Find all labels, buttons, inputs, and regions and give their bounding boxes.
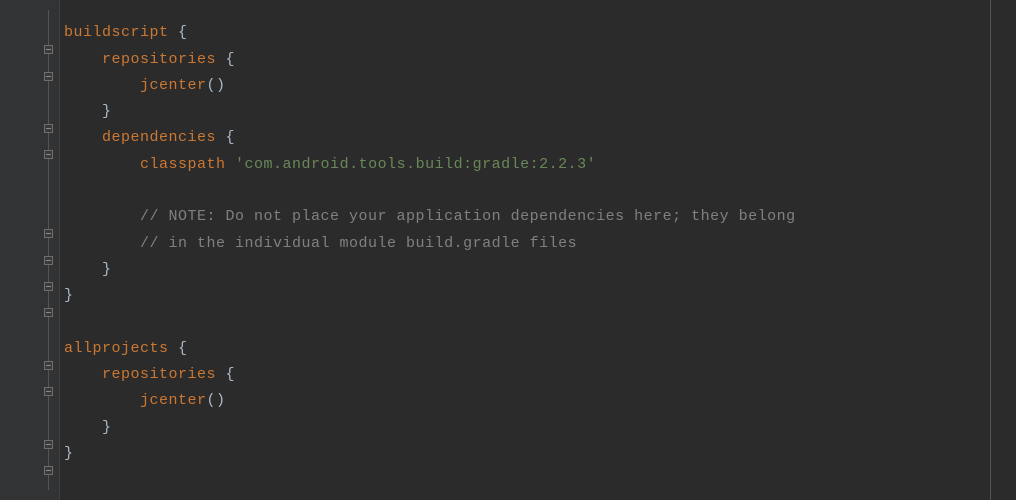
code-line bbox=[64, 0, 990, 20]
code-editor[interactable]: Top-level build file where you can add c… bbox=[0, 0, 1016, 500]
code-line: dependencies { bbox=[64, 125, 990, 151]
code-line: allprojects { bbox=[64, 336, 990, 362]
fold-marker-icon[interactable] bbox=[44, 387, 53, 396]
fold-marker-icon[interactable] bbox=[44, 72, 53, 81]
code-line: buildscript { bbox=[64, 20, 990, 46]
fold-marker-icon[interactable] bbox=[44, 256, 53, 265]
code-line: } bbox=[64, 441, 990, 467]
fold-marker-icon[interactable] bbox=[44, 282, 53, 291]
code-line: repositories { bbox=[64, 362, 990, 388]
fold-marker-icon[interactable] bbox=[44, 440, 53, 449]
code-line: } bbox=[64, 99, 990, 125]
code-line: repositories { bbox=[64, 47, 990, 73]
gutter bbox=[0, 0, 60, 500]
fold-marker-icon[interactable] bbox=[44, 150, 53, 159]
fold-marker-icon[interactable] bbox=[44, 124, 53, 133]
code-line: classpath 'com.android.tools.build:gradl… bbox=[64, 152, 990, 178]
code-line: } bbox=[64, 415, 990, 441]
code-line: // NOTE: Do not place your application d… bbox=[64, 204, 990, 230]
fold-marker-icon[interactable] bbox=[44, 45, 53, 54]
code-line: jcenter() bbox=[64, 73, 990, 99]
code-line bbox=[64, 310, 990, 336]
code-line: } bbox=[64, 283, 990, 309]
code-line: jcenter() bbox=[64, 388, 990, 414]
code-area[interactable]: Top-level build file where you can add c… bbox=[60, 0, 991, 500]
code-line: // in the individual module build.gradle… bbox=[64, 231, 990, 257]
code-line bbox=[64, 178, 990, 204]
fold-marker-icon[interactable] bbox=[44, 308, 53, 317]
fold-marker-icon[interactable] bbox=[44, 466, 53, 475]
fold-marker-icon[interactable] bbox=[44, 361, 53, 370]
fold-marker-icon[interactable] bbox=[44, 229, 53, 238]
code-line: } bbox=[64, 257, 990, 283]
